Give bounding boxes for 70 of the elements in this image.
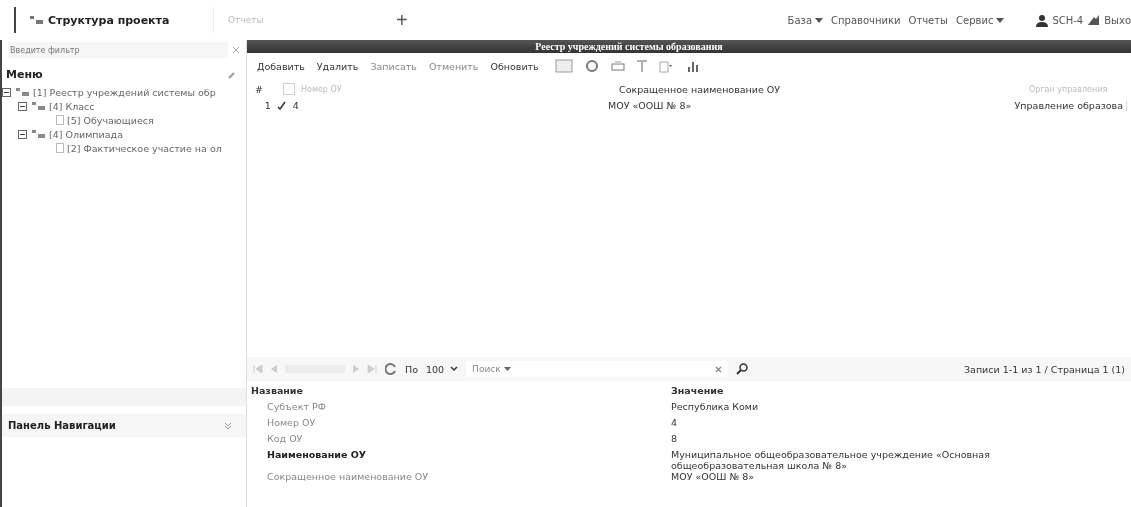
caret-icon <box>815 17 823 23</box>
bar-chart-icon[interactable] <box>686 60 701 72</box>
records-summary: Записи 1-1 из 1 / Страница 1 (1) <box>964 363 1125 375</box>
tree-icon <box>30 15 44 25</box>
tree-item[interactable]: [2] Фактическое участие на ол <box>67 142 222 154</box>
collapse-icon[interactable] <box>2 87 11 97</box>
column-header: # <box>254 83 264 95</box>
last-page-icon[interactable] <box>367 365 377 373</box>
tree-item[interactable]: [4] Класс <box>49 100 95 112</box>
folder-icon <box>16 87 30 97</box>
folder-icon <box>32 101 46 111</box>
document-icon <box>56 143 64 153</box>
column-header[interactable]: Сокращенное наименование ОУ <box>619 83 1029 95</box>
collapse-icon[interactable] <box>18 129 27 139</box>
property-value: Республика Коми <box>671 401 760 412</box>
property-name: Субъект РФ <box>266 401 327 412</box>
panel-title: Реестр учреждений системы образования <box>247 40 1131 53</box>
next-page-icon[interactable] <box>353 365 359 373</box>
chevron-down-icon[interactable] <box>224 421 232 430</box>
property-value: МОУ «ООШ № 8» <box>671 471 756 482</box>
navigation-panel-title: Панель Навигации <box>8 420 116 431</box>
collapse-icon[interactable] <box>18 101 27 111</box>
toolbar-button[interactable]: Удалить <box>314 60 363 72</box>
export-icon[interactable] <box>658 59 675 73</box>
folder-icon <box>32 129 46 139</box>
property-name: Сокращенное наименование ОУ <box>266 471 430 482</box>
window-icon[interactable] <box>554 59 573 73</box>
row-number: 1 <box>263 99 271 111</box>
tree-item[interactable]: [4] Олимпиада <box>49 128 123 140</box>
toolbar-button[interactable]: Обновить <box>488 60 543 72</box>
property-name: Номер ОУ <box>266 417 317 428</box>
column-header: Значение <box>671 385 725 396</box>
property-name: Наименование ОУ <box>266 449 368 460</box>
user-name: SCH-4 <box>1052 14 1084 26</box>
user-icon <box>1036 13 1049 27</box>
menu-item[interactable]: Сервис <box>956 14 1005 26</box>
table-cell-text: 4 <box>292 99 300 111</box>
menu-title: Меню <box>6 68 43 81</box>
row-checkbox[interactable] <box>276 100 287 110</box>
property-value: Муниципальное общеобразовательное учреждение «Основная общеобразовательная школа № 8» <box>671 449 991 471</box>
search-field[interactable]: Поиск <box>466 361 729 377</box>
property-name: Код ОУ <box>266 433 304 444</box>
print-icon[interactable] <box>610 60 625 72</box>
logout-link[interactable]: Выхо <box>1104 14 1131 26</box>
menu-item[interactable]: Справочники <box>831 14 901 26</box>
per-page-select[interactable]: 100 <box>425 363 459 375</box>
menu-item[interactable]: Отчеты <box>908 14 948 26</box>
property-value: 4 <box>671 417 679 428</box>
search-icon[interactable] <box>736 363 749 375</box>
caret-icon <box>450 366 459 372</box>
tree-item[interactable]: [5] Обучающиеся <box>67 114 154 126</box>
clear-filter-icon[interactable] <box>232 46 240 54</box>
document-icon <box>56 115 64 125</box>
refresh-icon[interactable] <box>385 362 397 376</box>
toolbar-button[interactable]: Добавить <box>255 60 309 72</box>
filter-field[interactable]: Введите фильтр <box>8 42 228 58</box>
property-value: 8 <box>671 433 679 444</box>
first-page-icon[interactable] <box>253 365 263 373</box>
tab[interactable]: Структура проекта <box>14 7 199 33</box>
table-cell-text: МОУ «ООШ № 8» <box>608 99 693 111</box>
column-header: Название <box>250 385 304 396</box>
menu-item[interactable]: База <box>787 14 823 26</box>
caret-icon <box>503 367 511 371</box>
per-page-label: По <box>405 363 418 375</box>
previous-page-icon[interactable] <box>271 365 277 373</box>
table-cell: Управление образова <box>1014 99 1127 111</box>
caret-icon <box>996 17 1005 23</box>
tree-item[interactable]: [1] Реестр учреждений системы обр <box>33 86 216 98</box>
clear-icon[interactable] <box>715 365 723 373</box>
select-all-checkbox[interactable] <box>283 83 295 95</box>
